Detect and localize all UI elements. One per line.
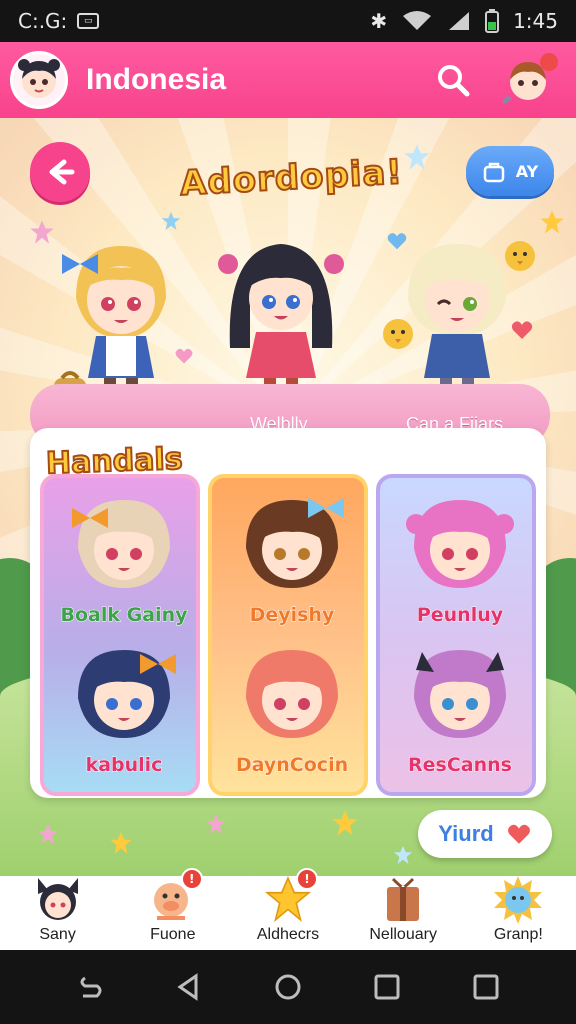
sun-icon [494, 876, 543, 924]
bluetooth-icon: ✱ [370, 9, 388, 33]
yurd-button-label: Yiurd [438, 821, 494, 846]
wifi-icon [403, 11, 432, 30]
card-1-top-name: Boalk Gainy [60, 604, 188, 627]
signal-icon [449, 12, 470, 30]
square-nav-icon[interactable] [471, 972, 501, 1002]
undo-icon[interactable] [75, 972, 105, 1002]
card-3-bottom-name: ResCanns [408, 754, 513, 777]
character-card-1[interactable]: Boalk Gainy kabulic [40, 474, 200, 796]
back-nav-icon[interactable] [174, 972, 204, 1002]
star-icon [332, 810, 358, 836]
yellow-chick-icon [505, 241, 535, 271]
coral-hair-chibi [246, 650, 338, 738]
tab-fuone[interactable]: ! Fuone [118, 868, 228, 944]
character-card-3[interactable]: Peunluy ResCanns [376, 474, 536, 796]
tab-granp[interactable]: Granp! [463, 874, 573, 944]
battery-icon [485, 9, 500, 33]
status-bar: C:.G: ▭ ✱ 1:45 [0, 0, 576, 42]
tab-label: Aldhecrs [256, 926, 320, 943]
back-button[interactable] [30, 142, 90, 202]
notification-badge: ! [180, 868, 203, 890]
heart-icon [507, 824, 530, 844]
status-left-text: C:.G: [18, 9, 68, 33]
card-2-top-name: Deyishy [249, 604, 335, 627]
search-button[interactable] [428, 55, 478, 105]
tab-sany[interactable]: Sany [3, 874, 113, 944]
card-3-top-name: Peunluy [416, 604, 504, 627]
tab-label: Nellouary [369, 926, 437, 943]
cat-girl-icon [37, 878, 78, 920]
ay-button[interactable]: AY [466, 146, 554, 196]
bottom-tab-bar: Sany ! Fuone ! Aldhecrs Nellouary Granp! [0, 868, 576, 950]
ay-button-label: AY [515, 161, 539, 181]
black-hair-girl-character[interactable] [216, 228, 346, 408]
profile-button[interactable] [500, 50, 560, 110]
app-header: Indonesia [0, 42, 576, 118]
yellow-chick-icon [383, 319, 413, 349]
tab-nellouary[interactable]: Nellouary [348, 874, 458, 944]
tab-label: Sany [39, 926, 76, 943]
star-icon [393, 845, 413, 865]
home-nav-icon[interactable] [273, 972, 303, 1002]
notification-badge: ! [295, 868, 318, 890]
star-icon [404, 144, 430, 170]
search-icon [438, 65, 470, 97]
brown-hair-chibi [246, 498, 344, 588]
recents-nav-icon[interactable] [372, 972, 402, 1002]
beige-hair-chibi [72, 500, 170, 588]
tab-label: Granp! [493, 926, 543, 943]
gift-icon [387, 877, 420, 921]
system-nav-bar [0, 950, 576, 1024]
lilac-hair-chibi [414, 650, 506, 738]
star-icon [38, 824, 58, 844]
character-card-2[interactable]: Deyishy DaynCocin [208, 474, 368, 796]
arrow-left-icon [49, 159, 75, 185]
card-2-bottom-name: DaynCocin [235, 754, 349, 777]
status-time: 1:45 [513, 9, 558, 33]
yurd-button[interactable]: Yiurd [418, 810, 552, 858]
profile-avatar-icon [502, 53, 558, 104]
header-title: Indonesia [86, 63, 227, 96]
star-icon [206, 814, 226, 834]
tab-label: Fuone [150, 926, 196, 943]
pink-hair-chibi [406, 500, 514, 588]
main-scene: Adordopia! AY Welblly Can a Fiiars Handa… [0, 118, 576, 876]
card-1-bottom-name: kabulic [85, 754, 163, 777]
user-avatar[interactable] [10, 51, 68, 109]
tab-aldhecrs[interactable]: ! Aldhecrs [233, 868, 343, 944]
screen-record-icon: ▭ [77, 13, 100, 29]
bag-icon [483, 162, 505, 183]
star-icon [110, 832, 132, 854]
navy-hair-chibi [78, 650, 176, 738]
